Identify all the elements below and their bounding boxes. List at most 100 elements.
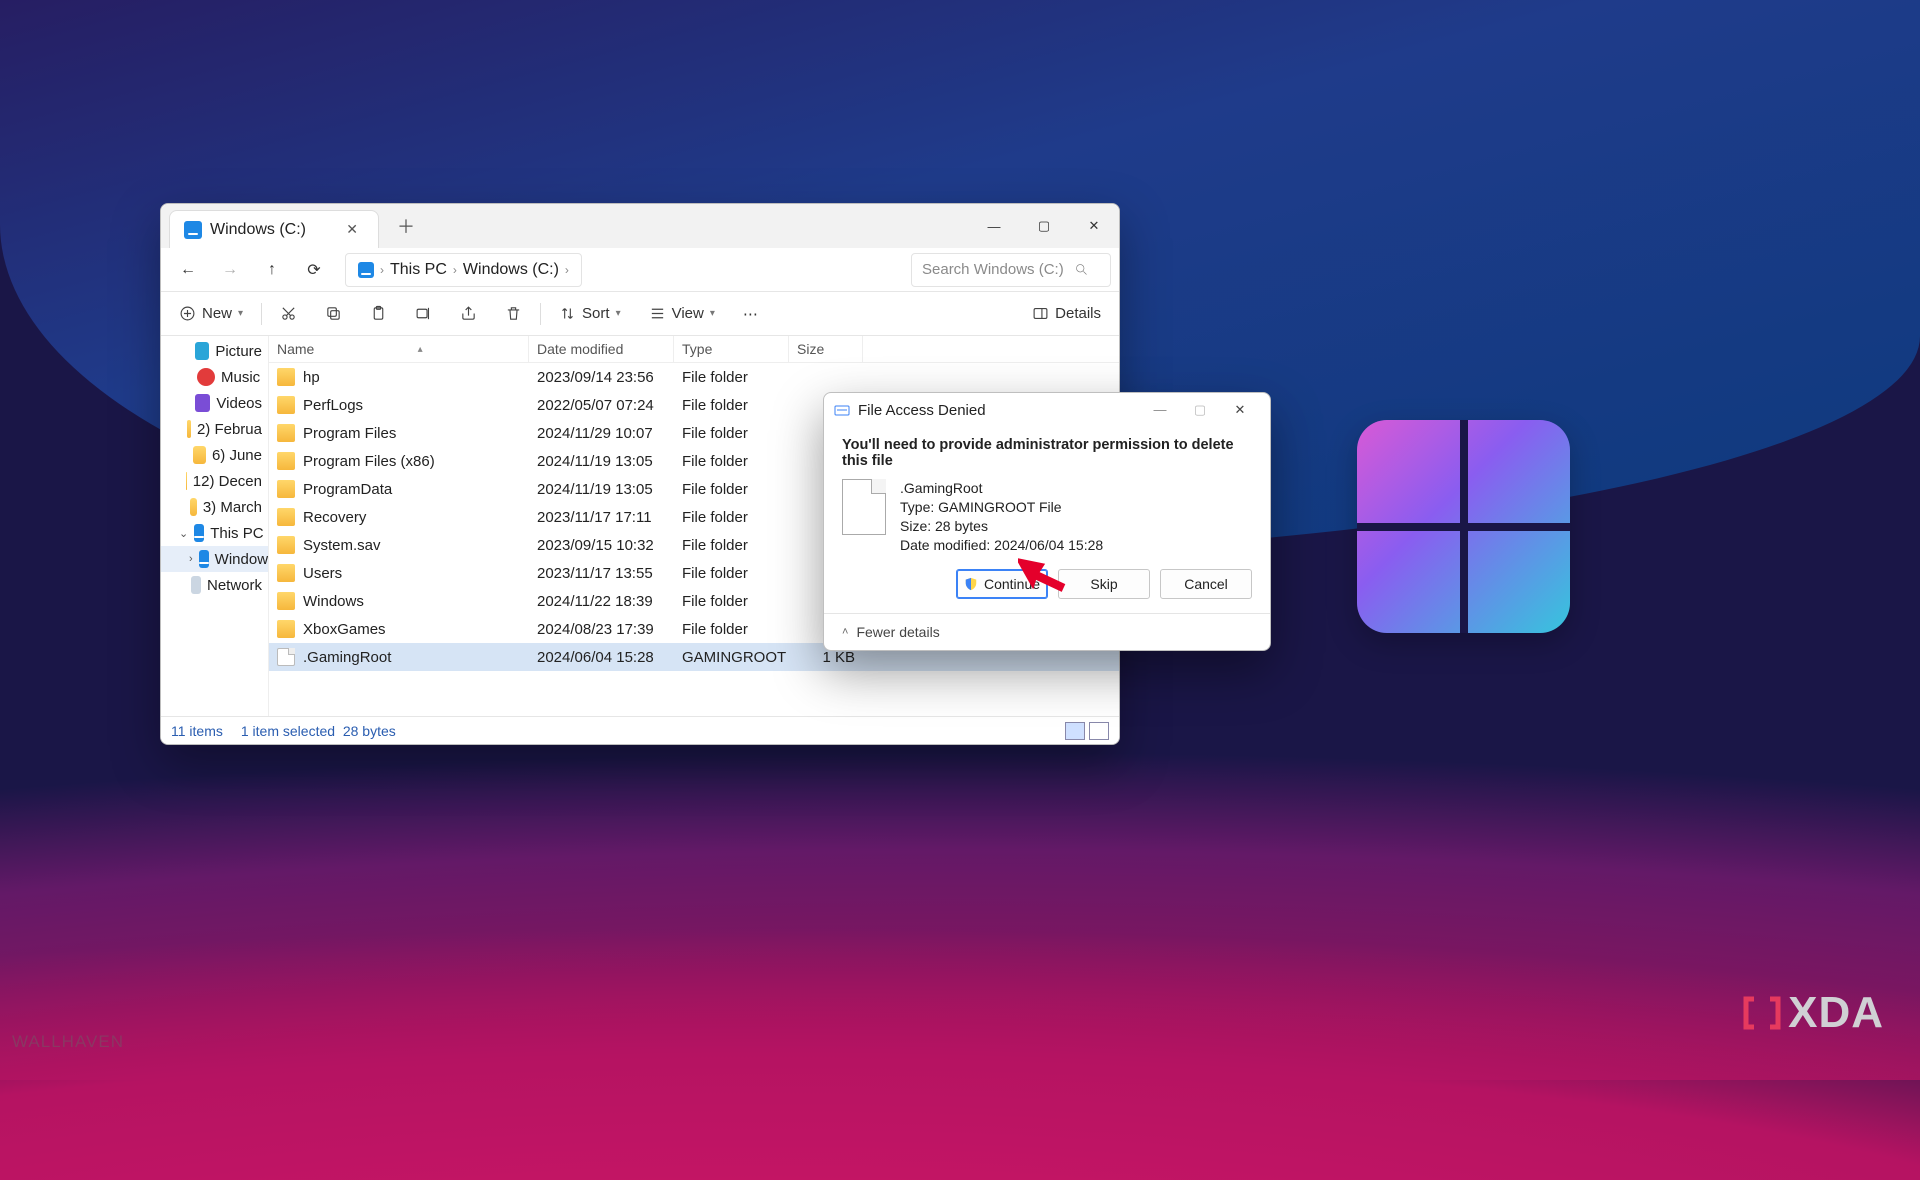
breadcrumb[interactable]: › This PC › Windows (C:) › bbox=[345, 253, 582, 287]
pc-icon bbox=[194, 524, 204, 542]
row-type: File folder bbox=[674, 621, 789, 638]
sidebar-item[interactable]: ›Window bbox=[161, 546, 268, 572]
row-name: hp bbox=[303, 369, 320, 386]
crumb-this-pc[interactable]: This PC bbox=[390, 261, 447, 279]
maximize-button[interactable]: ▢ bbox=[1019, 204, 1069, 248]
status-bytes: 28 bytes bbox=[343, 723, 396, 739]
file-icon bbox=[277, 648, 295, 666]
dialog-close-button[interactable]: ✕ bbox=[1220, 402, 1260, 418]
back-button[interactable]: ← bbox=[169, 252, 207, 288]
paste-button[interactable] bbox=[360, 297, 397, 331]
refresh-button[interactable]: ⟳ bbox=[295, 252, 333, 288]
sidebar-item[interactable]: 12) Decen bbox=[161, 468, 268, 494]
sidebar-item-label: 3) March bbox=[203, 499, 262, 516]
active-tab[interactable]: Windows (C:) ✕ bbox=[169, 210, 379, 248]
sidebar-item[interactable]: ⌄This PC bbox=[161, 520, 268, 546]
row-modified: 2024/11/19 13:05 bbox=[529, 453, 674, 470]
sidebar-item[interactable]: Videos bbox=[161, 390, 268, 416]
new-button[interactable]: New ▾ bbox=[169, 297, 253, 331]
copy-button[interactable] bbox=[315, 297, 352, 331]
skip-button[interactable]: Skip bbox=[1058, 569, 1150, 599]
row-name: PerfLogs bbox=[303, 397, 363, 414]
cancel-button[interactable]: Cancel bbox=[1160, 569, 1252, 599]
folder-icon bbox=[277, 368, 295, 386]
folder-icon bbox=[277, 592, 295, 610]
pic-icon bbox=[195, 342, 210, 360]
row-name: Program Files bbox=[303, 425, 396, 442]
rename-icon bbox=[415, 305, 432, 322]
dialog-details-toggle[interactable]: ˄ Fewer details bbox=[824, 613, 1270, 650]
sidebar-item[interactable]: Picture bbox=[161, 338, 268, 364]
row-type: File folder bbox=[674, 369, 789, 386]
nav-toolbar: ← → ↑ ⟳ › This PC › Windows (C:) › Searc… bbox=[161, 248, 1119, 292]
row-modified: 2024/11/29 10:07 bbox=[529, 425, 674, 442]
share-button[interactable] bbox=[450, 297, 487, 331]
crumb-drive[interactable]: Windows (C:) bbox=[463, 261, 559, 279]
nav-pane[interactable]: Picture Music Videos2) Februa6) June12) De… bbox=[161, 336, 269, 716]
dialog-titlebar[interactable]: File Access Denied — ▢ ✕ bbox=[824, 393, 1270, 427]
dialog-minimize-button[interactable]: — bbox=[1140, 402, 1180, 418]
tab-close-button[interactable]: ✕ bbox=[340, 219, 364, 240]
continue-button[interactable]: Continue bbox=[956, 569, 1048, 599]
details-icon bbox=[1032, 305, 1049, 322]
view-details-toggle[interactable] bbox=[1065, 722, 1085, 740]
command-bar: New ▾ Sort▾ View▾ ⋯ Details bbox=[161, 292, 1119, 336]
file-access-denied-dialog: File Access Denied — ▢ ✕ You'll need to … bbox=[823, 392, 1271, 651]
row-type: File folder bbox=[674, 509, 789, 526]
row-name: XboxGames bbox=[303, 621, 386, 638]
dialog-maximize-button: ▢ bbox=[1180, 402, 1220, 418]
new-tab-button[interactable]: ＋ bbox=[387, 209, 425, 243]
rename-button[interactable] bbox=[405, 297, 442, 331]
titlebar[interactable]: Windows (C:) ✕ ＋ — ▢ ✕ bbox=[161, 204, 1119, 248]
table-row[interactable]: hp2023/09/14 23:56File folder bbox=[269, 363, 1119, 391]
folder-icon bbox=[190, 498, 197, 516]
delete-button[interactable] bbox=[495, 297, 532, 331]
row-modified: 2023/11/17 13:55 bbox=[529, 565, 674, 582]
row-name: Users bbox=[303, 565, 342, 582]
up-button[interactable]: ↑ bbox=[253, 252, 291, 288]
view-button[interactable]: View▾ bbox=[639, 297, 725, 331]
sidebar-item-label: Window bbox=[215, 551, 268, 568]
sidebar-item[interactable]: 6) June bbox=[161, 442, 268, 468]
folder-icon bbox=[277, 452, 295, 470]
folder-icon bbox=[186, 472, 187, 490]
row-modified: 2024/11/22 18:39 bbox=[529, 593, 674, 610]
row-type: File folder bbox=[674, 537, 789, 554]
chevron-down-icon: ▾ bbox=[238, 308, 243, 319]
close-button[interactable]: ✕ bbox=[1069, 204, 1119, 248]
view-icons-toggle[interactable] bbox=[1089, 722, 1109, 740]
sort-button[interactable]: Sort▾ bbox=[549, 297, 631, 331]
sort-asc-icon: ▴ bbox=[418, 344, 423, 355]
column-headers[interactable]: Name▴ Date modified Type Size bbox=[269, 336, 1119, 363]
row-type: File folder bbox=[674, 425, 789, 442]
tab-title: Windows (C:) bbox=[210, 221, 306, 239]
trash-icon bbox=[505, 305, 522, 322]
brand-bracket-icon bbox=[1742, 993, 1782, 1033]
sidebar-item[interactable]: Network bbox=[161, 572, 268, 598]
chevron-right-icon: › bbox=[453, 263, 457, 277]
row-type: GAMINGROOT File bbox=[674, 649, 789, 666]
dialog-title: File Access Denied bbox=[858, 402, 986, 419]
cut-icon bbox=[280, 305, 297, 322]
pc-icon bbox=[199, 550, 209, 568]
details-pane-button[interactable]: Details bbox=[1022, 297, 1111, 331]
col-name: Name▴ bbox=[269, 336, 529, 362]
file-icon bbox=[842, 479, 886, 535]
minimize-button[interactable]: — bbox=[969, 204, 1019, 248]
cut-button[interactable] bbox=[270, 297, 307, 331]
dialog-message: You'll need to provide administrator per… bbox=[842, 437, 1252, 469]
more-button[interactable]: ⋯ bbox=[733, 297, 768, 331]
col-modified: Date modified bbox=[529, 336, 674, 362]
col-size: Size bbox=[789, 336, 863, 362]
sidebar-item-label: Picture bbox=[215, 343, 262, 360]
sidebar-item[interactable]: 3) March bbox=[161, 494, 268, 520]
search-box[interactable]: Search Windows (C:) bbox=[911, 253, 1111, 287]
sidebar-item-label: Music bbox=[221, 369, 260, 386]
forward-button[interactable]: → bbox=[211, 252, 249, 288]
folder-icon bbox=[193, 446, 206, 464]
row-name: Recovery bbox=[303, 509, 366, 526]
sidebar-item[interactable]: Music bbox=[161, 364, 268, 390]
folder-icon bbox=[277, 480, 295, 498]
folder-icon bbox=[277, 396, 295, 414]
sidebar-item[interactable]: 2) Februa bbox=[161, 416, 268, 442]
